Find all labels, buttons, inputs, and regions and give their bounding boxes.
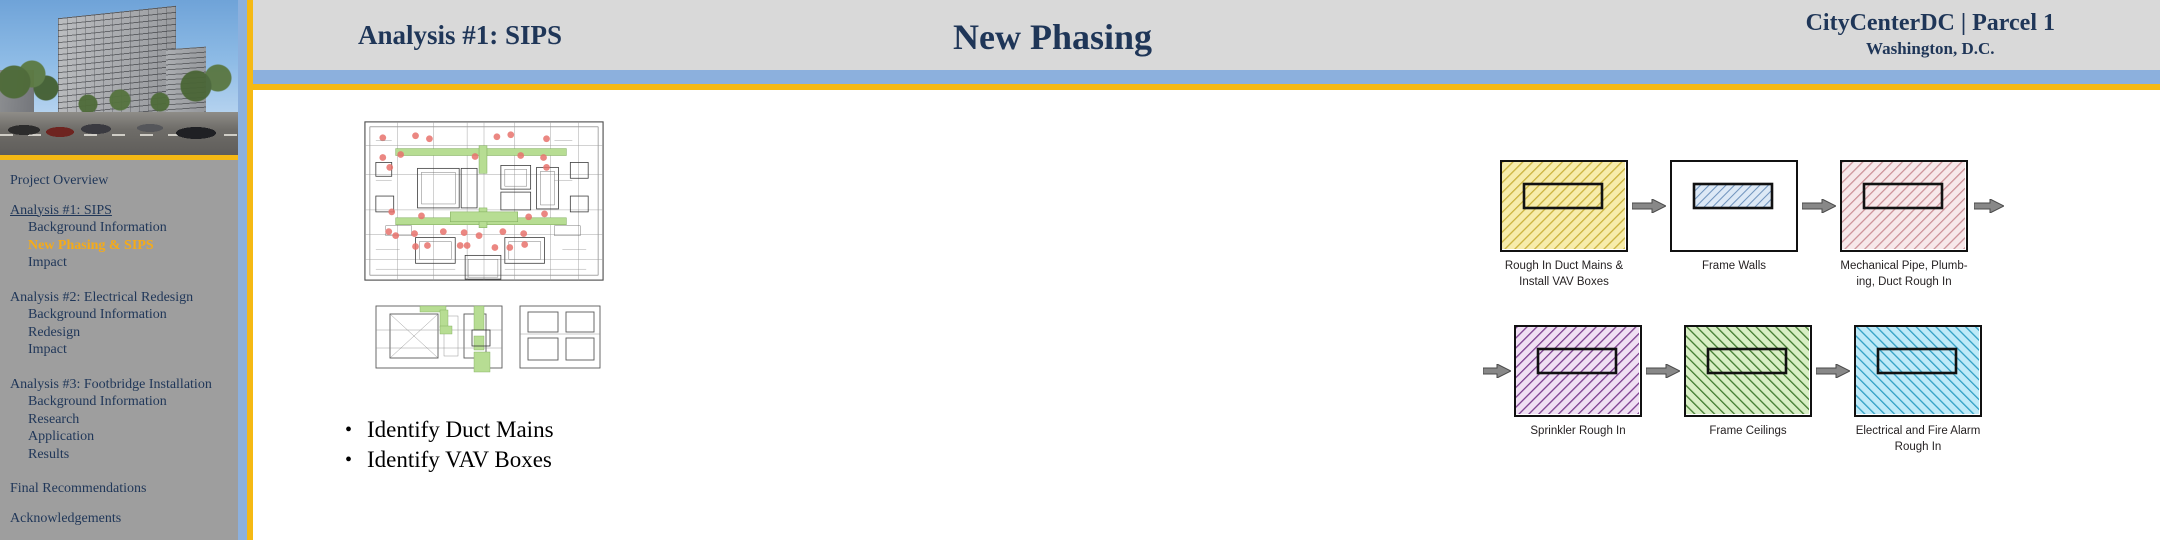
photo-cars — [0, 118, 238, 142]
phase-label: Mechanical Pipe, Plumb-ing, Duct Rough I… — [1840, 260, 1968, 288]
phase-box-mechanical-pipe — [1840, 160, 1968, 252]
sidebar-item-a3-research[interactable]: Research — [0, 411, 238, 429]
phase-box-duct-mains — [1500, 160, 1628, 252]
phase-box-fill — [1672, 162, 1795, 249]
sidebar-item-a2-impact[interactable]: Impact — [0, 341, 238, 359]
arrow-icon — [1812, 325, 1854, 417]
phase-row-2: Sprinkler Rough In Frame Ceilings Electr… — [1480, 325, 1982, 455]
phase-label: Sprinkler Rough In — [1530, 425, 1626, 437]
phase-cell-duct-mains[interactable]: Rough In Duct Mains & Install VAV Boxes — [1500, 160, 1628, 290]
sidebar-item-analysis-1[interactable]: Analysis #1: SIPS — [0, 202, 238, 220]
project-name: CityCenterDC | Parcel 1 — [1805, 10, 2055, 36]
sidebar-item-a2-redesign[interactable]: Redesign — [0, 324, 238, 342]
sidebar-item-analysis-2[interactable]: Analysis #2: Electrical Redesign — [0, 289, 238, 307]
list-item: • Identify Duct Mains — [345, 415, 554, 445]
phase-box-fill — [1842, 162, 1965, 249]
phase-box-fill — [1856, 327, 1979, 414]
bullet-list: • Identify Duct Mains • Identify VAV Box… — [345, 415, 554, 475]
bullet-text: Identify Duct Mains — [367, 417, 554, 442]
arrow-icon — [1628, 160, 1670, 252]
slide-header: Analysis #1: SIPS New Phasing CityCenter… — [253, 0, 2160, 70]
phase-cell-mechanical-pipe[interactable]: Mechanical Pipe, Plumb-ing, Duct Rough I… — [1840, 160, 1968, 290]
sidebar-item-a1-background[interactable]: Background Information — [0, 219, 238, 237]
sidebar-item-analysis-3[interactable]: Analysis #3: Footbridge Installation — [0, 376, 238, 394]
header-project-info: CityCenterDC | Parcel 1 Washington, D.C. — [1806, 8, 2055, 60]
bullet-marker-icon: • — [345, 449, 353, 471]
phase-label: Frame Ceilings — [1709, 425, 1787, 437]
phasing-diagram: Rough In Duct Mains & Install VAV Boxes … — [1480, 150, 2080, 490]
slide-root: Project Overview Analysis #1: SIPS Backg… — [0, 0, 2160, 540]
sidebar-blue-divider — [238, 0, 247, 540]
phase-row-1: Rough In Duct Mains & Install VAV Boxes … — [1500, 160, 2010, 290]
sidebar-gold-divider — [247, 0, 253, 540]
sidebar-item-a1-impact[interactable]: Impact — [0, 254, 238, 272]
bullet-marker-icon: • — [345, 419, 353, 441]
sidebar-item-acknowledgements[interactable]: Acknowledgements — [0, 510, 238, 528]
page-title: New Phasing — [953, 17, 1153, 57]
sidebar-nav: Project Overview Analysis #1: SIPS Backg… — [0, 160, 238, 540]
phase-box-frame-ceilings — [1684, 325, 1812, 417]
sidebar-item-a3-background[interactable]: Background Information — [0, 393, 238, 411]
arrow-icon — [1798, 160, 1840, 252]
sidebar-item-project-overview[interactable]: Project Overview — [0, 172, 238, 190]
arrow-icon — [1642, 325, 1684, 417]
header-blue-band — [253, 70, 2160, 84]
floorplan-lower-drawing — [368, 300, 608, 378]
list-item: • Identify VAV Boxes — [345, 445, 554, 475]
sidebar-building-photo — [0, 0, 238, 160]
arrow-icon-wrap — [1968, 160, 2010, 252]
phase-label: Rough In Duct Mains & Install VAV Boxes — [1504, 260, 1624, 288]
phase-box-electrical-fire-alarm — [1854, 325, 1982, 417]
bullet-text: Identify VAV Boxes — [367, 447, 552, 472]
phase-cell-frame-walls[interactable]: Frame Walls — [1670, 160, 1798, 274]
header-gold-band — [253, 84, 2160, 90]
phase-cell-sprinkler[interactable]: Sprinkler Rough In — [1514, 325, 1642, 439]
phase-box-fill — [1686, 327, 1809, 414]
sidebar-item-final-recommendations[interactable]: Final Recommendations — [0, 480, 238, 498]
sidebar-item-a2-background[interactable]: Background Information — [0, 306, 238, 324]
phase-box-fill — [1502, 162, 1625, 249]
phase-box-sprinkler — [1514, 325, 1642, 417]
sidebar-item-a3-results[interactable]: Results — [0, 446, 238, 464]
sidebar-item-a1-new-phasing-sips[interactable]: New Phasing & SIPS — [0, 237, 238, 255]
arrow-icon-wrap — [1480, 325, 1514, 417]
phase-cell-electrical-fire-alarm[interactable]: Electrical and Fire Alarm Rough In — [1854, 325, 1982, 455]
floorplan-upper — [355, 112, 613, 290]
phase-label: Frame Walls — [1701, 260, 1767, 272]
phase-box-frame-walls — [1670, 160, 1798, 252]
floorplan-lower — [368, 300, 608, 378]
floorplan-upper-drawing — [356, 113, 612, 289]
project-location: Washington, D.C. — [1866, 39, 1995, 58]
phase-label: Electrical and Fire Alarm Rough In — [1855, 425, 1981, 453]
sidebar-item-a3-application[interactable]: Application — [0, 428, 238, 446]
phase-cell-frame-ceilings[interactable]: Frame Ceilings — [1684, 325, 1812, 439]
sidebar: Project Overview Analysis #1: SIPS Backg… — [0, 0, 238, 540]
header-section-title: Analysis #1: SIPS — [358, 20, 563, 50]
phase-box-fill — [1516, 327, 1639, 414]
